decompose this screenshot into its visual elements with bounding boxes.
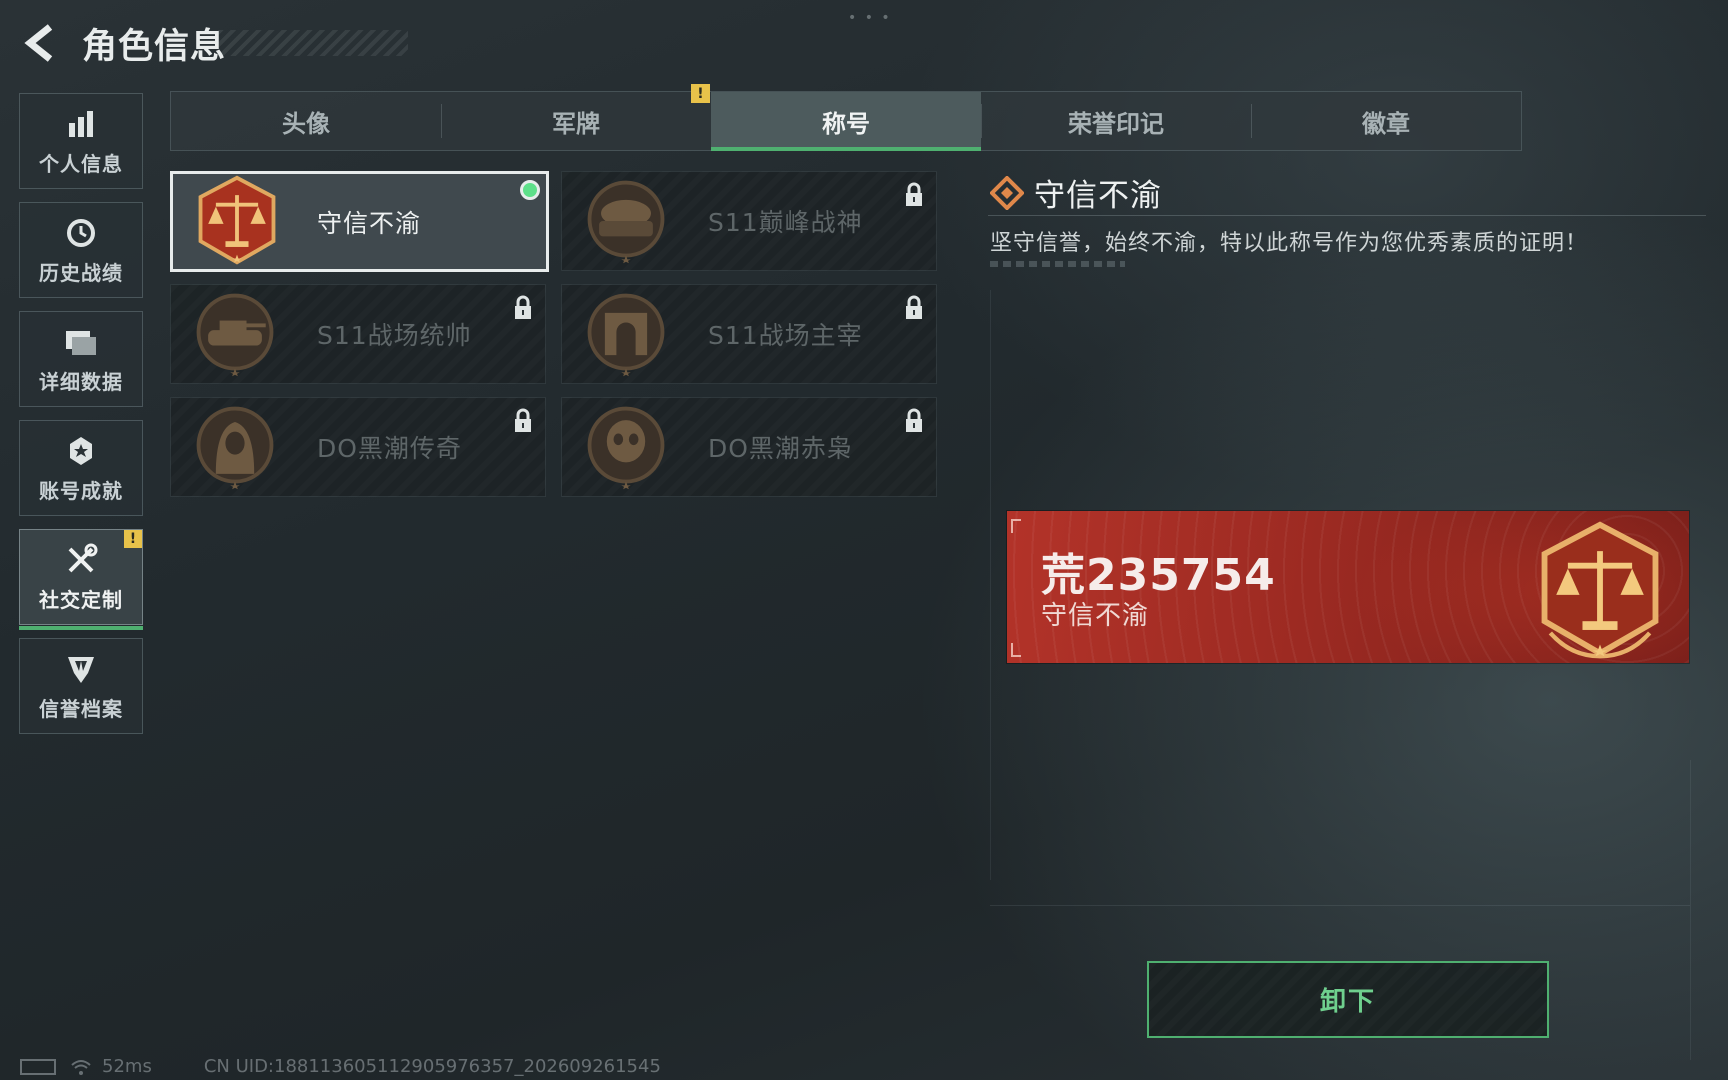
back-chevron-icon[interactable] — [20, 21, 60, 65]
tab-dog-tag[interactable]: 军牌 — [441, 92, 711, 150]
title-card[interactable]: DO黑潮传奇 — [170, 397, 546, 497]
tank-emblem — [196, 293, 274, 377]
title-name: DO黑潮传奇 — [317, 434, 462, 463]
sidebar-item-label: 社交定制 — [39, 587, 123, 612]
lock-icon — [515, 408, 531, 432]
folder-icon — [63, 324, 99, 360]
sidebar-item-label: 详细数据 — [39, 369, 123, 394]
uid-text: CN UID:18811360511290597635​7_2026092615… — [203, 1056, 661, 1077]
battery-icon — [20, 1058, 56, 1075]
helmet-emblem — [587, 180, 665, 264]
title-name: S11战场统帅 — [317, 321, 472, 350]
sidebar-item-achievements[interactable]: 账号成就 — [19, 420, 143, 516]
detail-title-text: 守信不渝 — [1034, 178, 1162, 214]
ping-value: 52ms — [102, 1056, 152, 1077]
sidebar-item-label: 个人信息 — [39, 151, 123, 176]
alert-badge: ! — [124, 530, 142, 548]
arch-emblem — [587, 293, 665, 377]
player-name: 荒235754 — [1041, 550, 1276, 601]
equipped-indicator — [520, 180, 540, 200]
status-footer: 52ms CN UID:18811360511290597635​7_20260… — [20, 1056, 661, 1077]
detail-description: 坚守信誉，始终不渝，特以此称号作为您优秀素质的证明！ — [990, 231, 1589, 256]
lock-icon — [906, 408, 922, 432]
title-hatch-decoration — [218, 30, 408, 56]
sidebar-item-social-customization[interactable]: ! 社交定制 — [19, 529, 143, 630]
nameplate-corner — [1011, 519, 1021, 533]
tab-honor-mark[interactable]: 荣誉印记 — [981, 92, 1251, 150]
title-card[interactable]: S11战场主宰 — [561, 284, 937, 384]
sidebar-item-history[interactable]: 历史战绩 — [19, 202, 143, 298]
scales-of-justice-emblem — [198, 175, 276, 265]
detail-dash-decoration — [990, 261, 1125, 267]
title-card[interactable]: 守信不渝 — [170, 171, 549, 272]
title-name: S11战场主宰 — [708, 321, 863, 350]
title-card[interactable]: S11巅峰战神 — [561, 171, 937, 271]
sidebar-item-detailed-data[interactable]: 详细数据 — [19, 311, 143, 407]
scales-of-justice-emblem — [1541, 521, 1659, 659]
sidebar-item-label: 历史战绩 — [39, 260, 123, 285]
title-card[interactable]: DO黑潮赤枭 — [561, 397, 937, 497]
player-title: 守信不渝 — [1041, 601, 1150, 631]
unequip-button[interactable]: 卸下 — [1147, 961, 1549, 1038]
bar-chart-icon — [63, 106, 99, 142]
tools-icon — [63, 542, 99, 578]
header: 角色信息 — [20, 18, 226, 68]
lock-icon — [906, 182, 922, 206]
tab-badge[interactable]: 徽章 — [1251, 92, 1521, 150]
skull-mask-emblem — [587, 406, 665, 490]
title-card[interactable]: S11战场统帅 — [170, 284, 546, 384]
tab-title[interactable]: 称号 — [711, 92, 981, 151]
sidebar: 个人信息 历史战绩 详细数据 账号成就 ! 社交定制 信誉档案 — [19, 93, 143, 747]
title-name: S11巅峰战神 — [708, 208, 863, 237]
page-title: 角色信息 — [82, 26, 227, 67]
tab-bar: 头像 军牌 称号 荣誉印记 徽章 — [170, 91, 1522, 151]
lock-icon — [515, 295, 531, 319]
top-dots-decoration: • • • — [848, 10, 892, 26]
frame-guide — [990, 905, 1690, 906]
sidebar-item-label: 信誉档案 — [39, 696, 123, 721]
diamond-title-icon — [990, 175, 1024, 210]
frame-guide — [990, 290, 991, 880]
lock-icon — [906, 295, 922, 319]
hooded-figure-emblem — [196, 406, 274, 490]
title-name: 守信不渝 — [317, 208, 422, 238]
frame-guide — [1690, 760, 1691, 1060]
tab-avatar[interactable]: 头像 — [171, 92, 441, 150]
tab-label: 军牌 — [552, 109, 600, 138]
nameplate-corner — [1011, 643, 1021, 657]
achievement-medal-icon — [63, 433, 99, 469]
title-name: DO黑潮赤枭 — [708, 434, 853, 463]
sidebar-item-credit-record[interactable]: 信誉档案 — [19, 638, 143, 734]
wifi-icon — [71, 1059, 91, 1075]
credit-shield-icon — [63, 651, 99, 687]
sidebar-item-label: 账号成就 — [39, 478, 123, 503]
tab-alert-badge: ! — [691, 84, 710, 103]
nameplate-preview: 荒235754 守信不渝 — [1007, 511, 1689, 663]
detail-title: 守信不渝 — [990, 170, 1162, 215]
history-clock-icon — [63, 215, 99, 251]
sidebar-item-personal-info[interactable]: 个人信息 — [19, 93, 143, 189]
detail-divider — [988, 215, 1706, 216]
